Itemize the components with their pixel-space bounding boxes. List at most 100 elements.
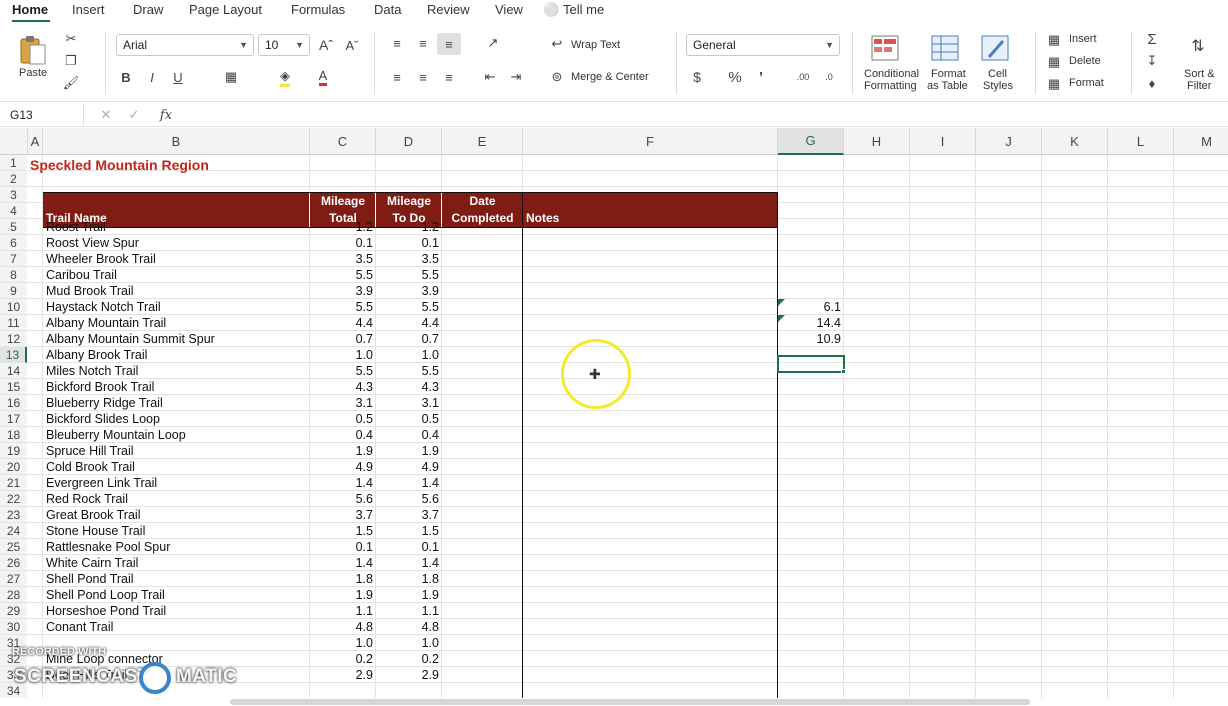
row-header-12[interactable]: 12 <box>0 331 27 347</box>
font-name-dropdown[interactable]: Arial ▼ <box>116 34 254 56</box>
header-date-1[interactable]: Date <box>442 193 523 209</box>
row-header-20[interactable]: 20 <box>0 459 27 475</box>
mileage-todo-cell[interactable]: 3.5 <box>376 251 442 267</box>
horizontal-scrollbar[interactable] <box>230 699 1030 705</box>
tab-view[interactable]: View <box>495 2 523 17</box>
mileage-todo-cell[interactable]: 4.8 <box>376 619 442 635</box>
mileage-total-cell[interactable]: 5.5 <box>310 267 376 283</box>
mileage-total-cell[interactable]: 1.0 <box>310 635 376 651</box>
sort-filter-icon[interactable]: ⇅ <box>1183 32 1213 60</box>
trail-name-cell[interactable]: Bickford Brook Trail <box>46 379 308 395</box>
mileage-todo-cell[interactable]: 4.4 <box>376 315 442 331</box>
mileage-total-cell[interactable]: 1.0 <box>310 347 376 363</box>
trail-name-cell[interactable]: Evergreen Link Trail <box>46 475 308 491</box>
mileage-total-cell[interactable]: 0.7 <box>310 331 376 347</box>
active-cell-selection[interactable] <box>777 355 845 373</box>
trail-name-cell[interactable]: White Cairn Trail <box>46 555 308 571</box>
trail-name-cell[interactable]: Wheeler Brook Trail <box>46 251 308 267</box>
delete-cells-button[interactable]: Delete <box>1069 55 1101 67</box>
underline-icon[interactable]: U <box>170 68 186 86</box>
row-header-16[interactable]: 16 <box>0 395 27 411</box>
trail-name-cell[interactable]: Rattlesnake Pool Spur <box>46 539 308 555</box>
format-as-table-icon[interactable] <box>930 34 960 62</box>
g-value-cell[interactable]: 10.9 <box>778 331 844 347</box>
mileage-total-cell[interactable]: 4.9 <box>310 459 376 475</box>
comma-style-icon[interactable]: ’ <box>754 68 768 86</box>
column-header-g[interactable]: G <box>778 128 844 155</box>
trail-name-cell[interactable]: Bleuberry Mountain Loop <box>46 427 308 443</box>
mileage-total-cell[interactable]: 1.9 <box>310 443 376 459</box>
delete-cells-icon[interactable]: ▦ <box>1046 54 1062 70</box>
insert-cells-button[interactable]: Insert <box>1069 33 1097 45</box>
italic-icon[interactable]: I <box>144 68 160 86</box>
mileage-total-cell[interactable]: 0.2 <box>310 651 376 667</box>
mileage-total-cell[interactable]: 1.2 <box>310 219 376 235</box>
mileage-total-cell[interactable]: 5.6 <box>310 491 376 507</box>
column-header-h[interactable]: H <box>844 128 910 155</box>
increase-font-icon[interactable]: Aˆ <box>316 36 336 54</box>
header-mileage-total-1[interactable]: Mileage <box>310 193 376 209</box>
column-header-i[interactable]: I <box>910 128 976 155</box>
row-header-17[interactable]: 17 <box>0 411 27 427</box>
mileage-total-cell[interactable]: 2.9 <box>310 667 376 683</box>
row-header-6[interactable]: 6 <box>0 235 27 251</box>
mileage-todo-cell[interactable]: 1.4 <box>376 555 442 571</box>
mileage-total-cell[interactable]: 0.1 <box>310 235 376 251</box>
mileage-todo-cell[interactable]: 1.0 <box>376 347 442 363</box>
confirm-formula-icon[interactable]: ✓ <box>126 106 142 124</box>
mileage-total-cell[interactable]: 4.8 <box>310 619 376 635</box>
merge-center-button[interactable]: Merge & Center <box>571 71 649 83</box>
conditional-formatting-icon[interactable] <box>870 34 900 62</box>
align-top-icon[interactable]: ≡ <box>388 34 406 52</box>
row-header-13[interactable]: 13 <box>0 347 27 363</box>
cell-styles-icon[interactable] <box>980 34 1010 62</box>
sort-filter-button[interactable]: Sort & <box>1184 68 1215 80</box>
mileage-todo-cell[interactable]: 2.9 <box>376 667 442 683</box>
format-cells-button[interactable]: Format <box>1069 77 1104 89</box>
row-header-26[interactable]: 26 <box>0 555 27 571</box>
tab-draw[interactable]: Draw <box>133 2 163 17</box>
mileage-todo-cell[interactable]: 4.3 <box>376 379 442 395</box>
name-box[interactable]: G13 <box>4 105 84 125</box>
mileage-total-cell[interactable]: 3.7 <box>310 507 376 523</box>
font-size-dropdown[interactable]: 10 ▼ <box>258 34 310 56</box>
row-header-27[interactable]: 27 <box>0 571 27 587</box>
g-value-cell[interactable]: 14.4 <box>778 315 844 331</box>
align-right-icon[interactable]: ≡ <box>440 68 458 86</box>
mileage-total-cell[interactable]: 0.1 <box>310 539 376 555</box>
borders-icon[interactable]: ▦ <box>222 68 240 86</box>
mileage-total-cell[interactable]: 4.4 <box>310 315 376 331</box>
row-header-3[interactable]: 3 <box>0 187 27 203</box>
row-header-19[interactable]: 19 <box>0 443 27 459</box>
row-header-24[interactable]: 24 <box>0 523 27 539</box>
row-header-18[interactable]: 18 <box>0 427 27 443</box>
mileage-todo-cell[interactable]: 5.5 <box>376 299 442 315</box>
tab-formulas[interactable]: Formulas <box>291 2 345 17</box>
row-header-5[interactable]: 5 <box>0 219 27 235</box>
align-bottom-icon[interactable]: ≡ <box>437 33 461 55</box>
row-header-9[interactable]: 9 <box>0 283 27 299</box>
decrease-font-icon[interactable]: Aˇ <box>342 36 362 54</box>
error-indicator-icon[interactable] <box>778 299 785 306</box>
mileage-todo-cell[interactable]: 0.2 <box>376 651 442 667</box>
mileage-todo-cell[interactable]: 0.1 <box>376 235 442 251</box>
conditional-formatting-button[interactable]: Conditional <box>864 68 919 80</box>
column-header-j[interactable]: J <box>976 128 1042 155</box>
format-as-table-button-line2[interactable]: as Table <box>927 80 968 92</box>
row-header-10[interactable]: 10 <box>0 299 27 315</box>
header-notes[interactable]: Notes <box>526 210 559 226</box>
copy-icon[interactable]: ❐ <box>62 52 80 70</box>
tab-review[interactable]: Review <box>427 2 470 17</box>
trail-name-cell[interactable]: Conant Trail <box>46 619 308 635</box>
row-header-8[interactable]: 8 <box>0 267 27 283</box>
fill-color-icon[interactable]: ◈ <box>276 68 294 87</box>
mileage-total-cell[interactable]: 0.5 <box>310 411 376 427</box>
tab-home[interactable]: Home <box>12 2 48 17</box>
column-header-m[interactable]: M <box>1174 128 1228 155</box>
format-painter-icon[interactable]: 🖌 <box>62 74 80 92</box>
mileage-todo-cell[interactable]: 5.6 <box>376 491 442 507</box>
orientation-icon[interactable]: ↗ <box>482 34 504 52</box>
tell-me-search[interactable]: Tell me <box>563 2 604 17</box>
column-header-a[interactable]: A <box>28 128 43 155</box>
trail-name-cell[interactable]: Stone House Trail <box>46 523 308 539</box>
